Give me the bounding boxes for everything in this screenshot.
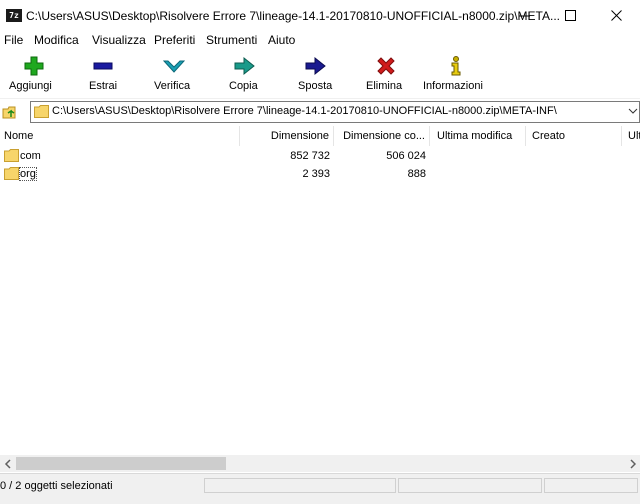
close-icon <box>611 10 622 21</box>
move-button[interactable]: Sposta <box>292 50 338 98</box>
horizontal-scrollbar[interactable] <box>0 455 640 472</box>
copy-button[interactable]: Copia <box>222 50 266 98</box>
file-list: Nome Dimensione Dimensione co... Ultima … <box>0 126 640 455</box>
menu-file[interactable]: File <box>4 33 23 47</box>
chevron-left-icon[interactable] <box>3 459 13 469</box>
menu-strumenti[interactable]: Strumenti <box>206 33 257 47</box>
folder-icon <box>4 167 19 180</box>
column-header-name[interactable]: Nome <box>0 126 240 146</box>
test-label: Verifica <box>154 80 191 92</box>
path-input[interactable]: C:\Users\ASUS\Desktop\Risolvere Errore 7… <box>30 101 640 123</box>
maximize-icon <box>565 10 576 21</box>
file-size: 2 393 <box>302 168 330 180</box>
folder-icon <box>34 105 49 118</box>
title-bar: 7z C:\Users\ASUS\Desktop\Risolvere Error… <box>0 0 640 31</box>
info-button[interactable]: Informazioni <box>420 50 490 98</box>
toolbar: Aggiungi Estrai Verifica Copia Sposta El… <box>0 50 640 98</box>
status-pane-date <box>544 478 638 493</box>
move-label: Sposta <box>298 80 333 92</box>
copy-label: Copia <box>229 80 258 92</box>
move-arrow-icon <box>305 56 326 76</box>
folder-up-icon <box>2 106 16 119</box>
table-row[interactable]: com 852 732 506 024 <box>0 148 640 166</box>
add-button[interactable]: Aggiungi <box>0 50 66 98</box>
minimize-icon <box>519 15 530 17</box>
chevron-right-icon[interactable] <box>628 459 638 469</box>
status-pane-packed <box>398 478 542 493</box>
chevron-down-icon[interactable] <box>628 105 638 117</box>
delete-label: Elimina <box>366 80 403 92</box>
window-title: C:\Users\ASUS\Desktop\Risolvere Errore 7… <box>26 9 560 23</box>
info-label: Informazioni <box>423 80 483 92</box>
info-icon <box>451 56 461 76</box>
plus-icon <box>24 56 44 76</box>
column-header-accessed[interactable]: Ult <box>622 126 640 146</box>
delete-icon <box>377 57 395 75</box>
column-header-packed-size[interactable]: Dimensione co... <box>334 126 430 146</box>
extract-label: Estrai <box>89 80 118 92</box>
address-bar: C:\Users\ASUS\Desktop\Risolvere Errore 7… <box>0 98 640 126</box>
menu-preferiti[interactable]: Preferiti <box>154 33 195 47</box>
status-bar: 0 / 2 oggetti selezionati <box>0 473 640 504</box>
folder-up-button[interactable] <box>2 104 18 120</box>
file-name: com <box>20 150 41 162</box>
app-7zip-icon: 7z <box>6 9 22 22</box>
menu-visualizza[interactable]: Visualizza <box>92 33 146 47</box>
menu-modifica[interactable]: Modifica <box>34 33 79 47</box>
selection-status: 0 / 2 oggetti selezionati <box>0 480 113 492</box>
scrollbar-thumb[interactable] <box>16 457 226 470</box>
folder-icon <box>4 149 19 162</box>
column-header-size[interactable]: Dimensione <box>240 126 334 146</box>
file-size: 852 732 <box>290 150 330 162</box>
copy-arrow-icon <box>234 56 255 76</box>
status-pane-size <box>204 478 396 493</box>
minimize-button[interactable] <box>502 0 548 31</box>
column-header-modified[interactable]: Ultima modifica <box>430 126 526 146</box>
add-label: Aggiungi <box>9 80 52 92</box>
close-button[interactable] <box>594 0 640 31</box>
table-row[interactable]: org 2 393 888 <box>0 166 640 184</box>
menu-bar: File Modifica Visualizza Preferiti Strum… <box>0 31 640 50</box>
delete-button[interactable]: Elimina <box>362 50 410 98</box>
extract-button[interactable]: Estrai <box>80 50 126 98</box>
menu-aiuto[interactable]: Aiuto <box>268 33 295 47</box>
file-name: org <box>19 167 37 181</box>
file-packed-size: 888 <box>407 168 426 180</box>
minus-icon <box>93 62 113 70</box>
test-button[interactable]: Verifica <box>146 50 200 98</box>
column-header-created[interactable]: Creato <box>526 126 622 146</box>
check-icon <box>163 60 185 73</box>
path-text: C:\Users\ASUS\Desktop\Risolvere Errore 7… <box>52 105 557 117</box>
file-packed-size: 506 024 <box>386 150 426 162</box>
maximize-button[interactable] <box>548 0 594 31</box>
